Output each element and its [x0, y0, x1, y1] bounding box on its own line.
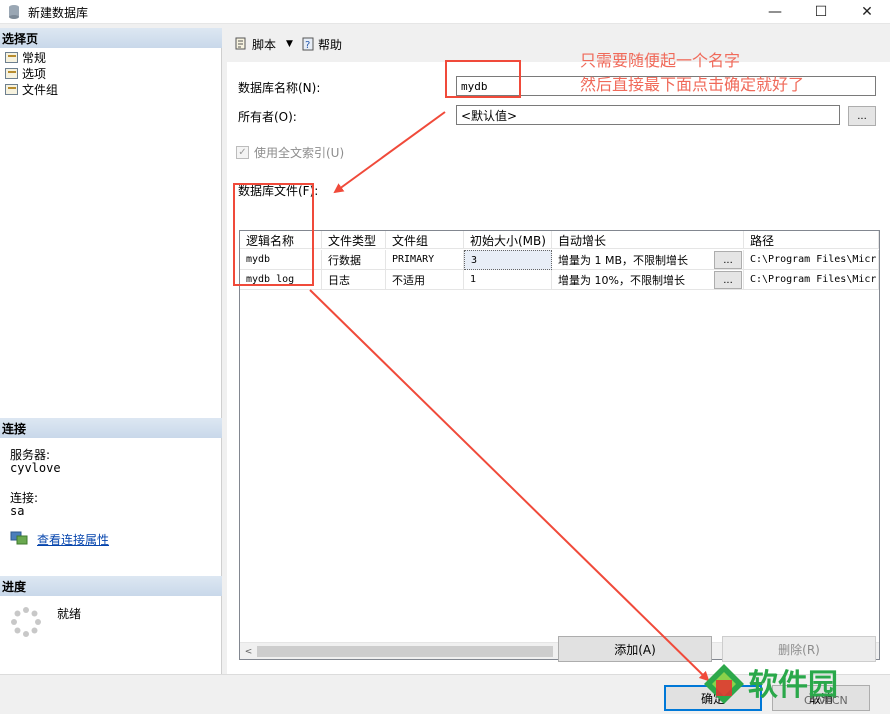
- annotation-arrow-to-ok: [309, 289, 710, 682]
- watermark-site: CYVLCN: [804, 694, 848, 707]
- watermark-logo-icon: [704, 664, 744, 704]
- annotation-arrow-to-files: [333, 111, 446, 194]
- new-database-window: 新建数据库 — ☐ ✕ 选择页 常规 选项 文件组 连接 服务器: cyvlov…: [0, 0, 890, 714]
- annotation-arrows: [309, 111, 710, 682]
- watermark: 软件园 CYVLCN: [700, 658, 860, 710]
